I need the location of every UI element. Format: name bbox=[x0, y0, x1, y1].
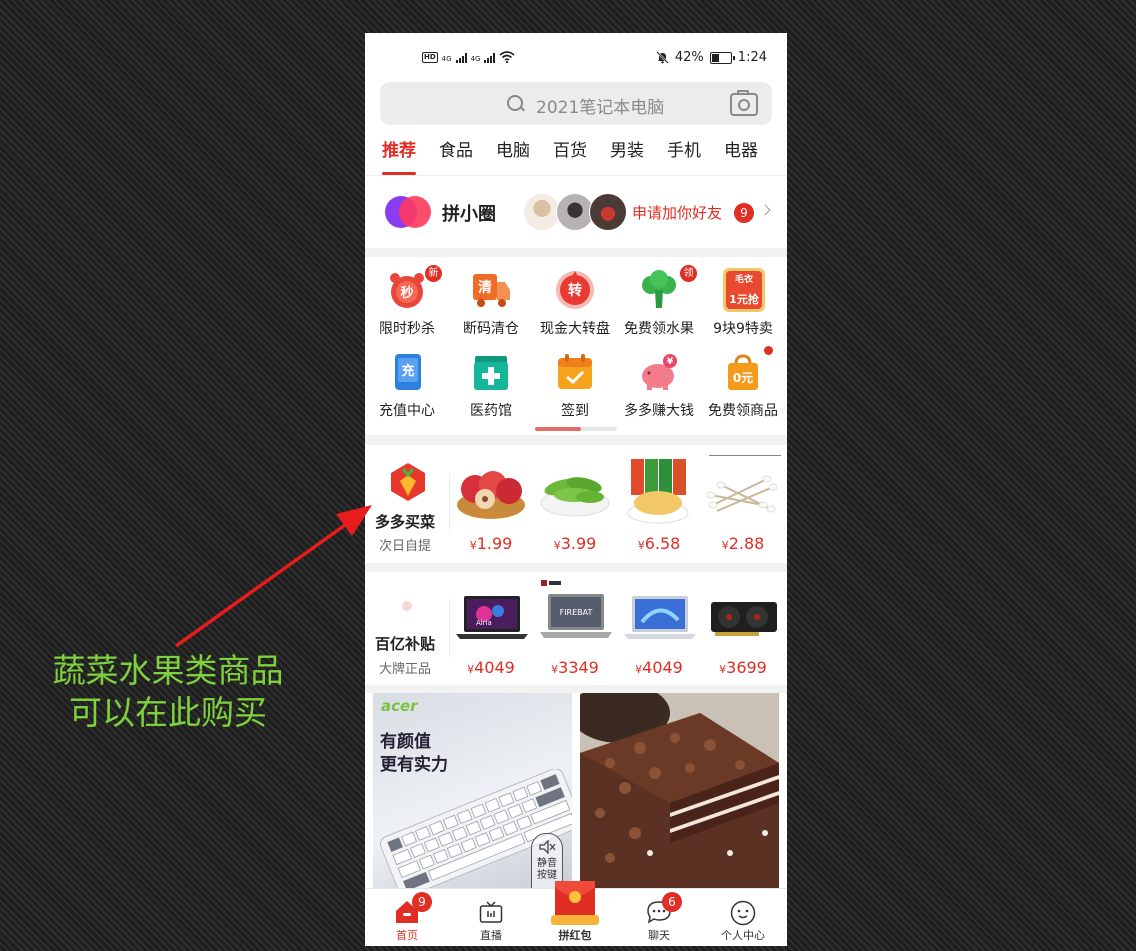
annotation-line-2: 可以在此购买 bbox=[69, 693, 267, 732]
annotation-text: 蔬菜水果类商品 可以在此购买 bbox=[20, 650, 316, 734]
annotation-line-1: 蔬菜水果类商品 bbox=[52, 651, 284, 690]
annotation-arrow bbox=[174, 505, 372, 648]
